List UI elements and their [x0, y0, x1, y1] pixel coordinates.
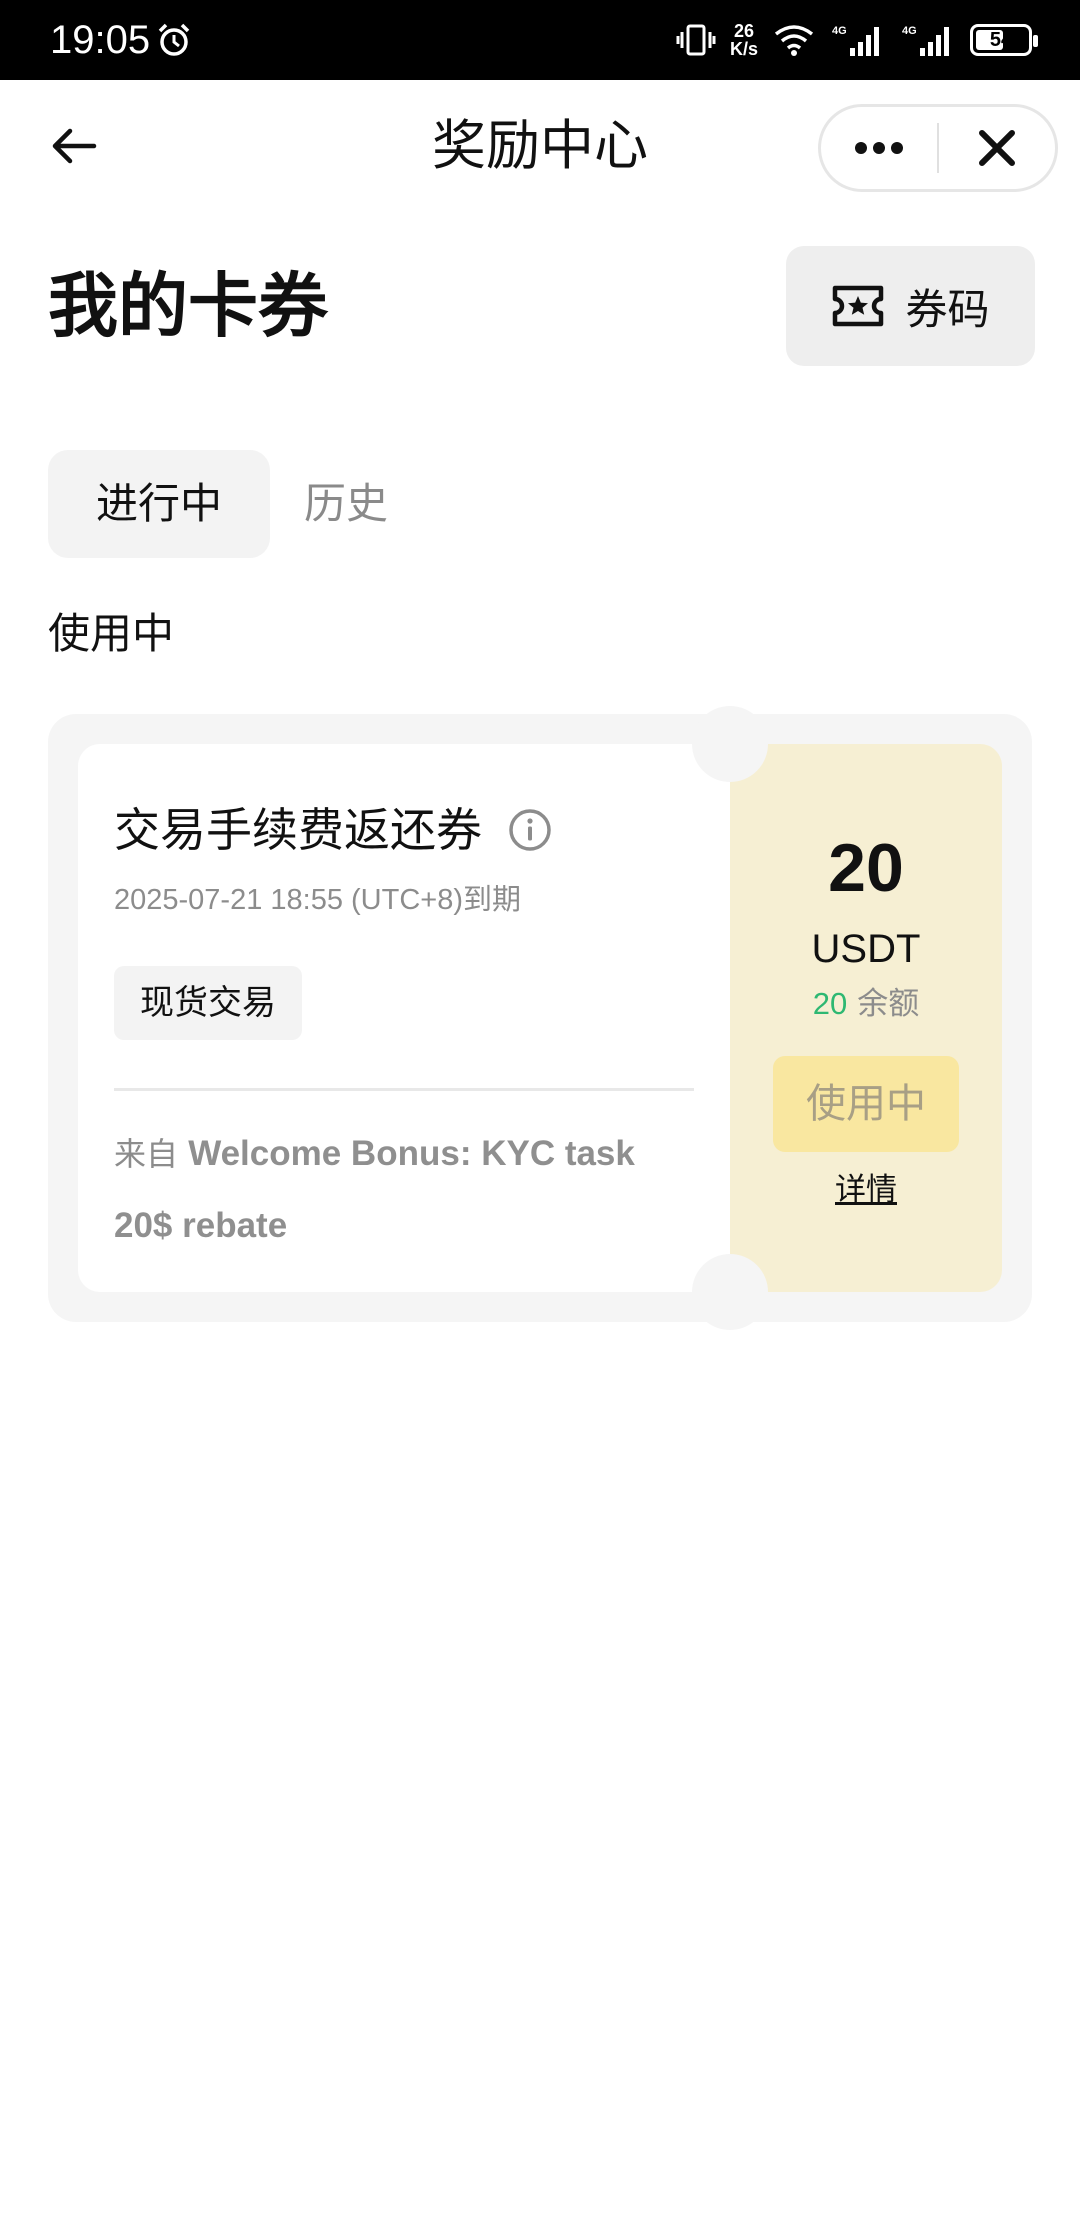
coupon-expiry: 2025-07-21 18:55 (UTC+8)到期: [114, 884, 522, 916]
coupon-card: 交易手续费返还券 2025-07-21 18:55 (UTC+8)到期 现货交易…: [48, 706, 1032, 1330]
svg-text:4G: 4G: [902, 25, 917, 37]
coupon-notch-bottom: [692, 1254, 768, 1330]
coupon-divider: [114, 1088, 694, 1091]
battery-level: 54: [989, 28, 1013, 51]
coupon-name: 交易手续费返还券: [114, 803, 482, 857]
coupon-notch-top: [692, 706, 768, 782]
coupon-balance-value: 20: [812, 986, 848, 1021]
coupon-code-label: 券码: [905, 284, 990, 334]
status-bar: 19:05 26 K/s 4G 4G 54: [0, 0, 1080, 80]
coupon-source: 来自 Welcome Bonus: KYC task 20$ rebate: [114, 1118, 694, 1262]
coupon-unit: USDT: [811, 927, 921, 971]
section-title: 使用中: [48, 609, 175, 658]
coupon-balance: 20 余额: [730, 982, 1002, 1026]
mini-program-capsule: [818, 104, 1058, 192]
coupon-balance-label: 余额: [857, 986, 920, 1022]
coupon-code-button[interactable]: 券码: [786, 246, 1035, 366]
battery-icon: 54: [970, 24, 1038, 56]
close-icon: [978, 130, 1015, 166]
coupon-stub: 20 USDT 20 余额 使用中 详情: [730, 744, 1002, 1292]
coupon-body: 交易手续费返还券 2025-07-21 18:55 (UTC+8)到期 现货交易…: [78, 744, 730, 1292]
nav-bar: 奖励中心: [0, 80, 1080, 212]
ticket-star-icon: [833, 285, 884, 327]
tab-history[interactable]: 历史: [292, 450, 400, 558]
tab-ongoing[interactable]: 进行中: [48, 450, 271, 558]
wifi-icon: [774, 25, 814, 56]
more-dots-icon: [855, 142, 903, 154]
signal-icon-sim2: 4G: [902, 25, 949, 56]
coupon-amount: 20: [828, 830, 904, 906]
coupon-name-row: 交易手续费返还券: [114, 800, 552, 860]
page-title: 我的卡券: [48, 265, 328, 347]
coupon-source-prefix: 来自: [114, 1135, 179, 1173]
more-button[interactable]: [821, 107, 937, 189]
svg-text:4G: 4G: [832, 25, 847, 37]
coupon-source-name: Welcome Bonus: KYC task 20$ rebate: [114, 1134, 635, 1245]
status-time: 19:05: [50, 18, 151, 62]
alarm-icon: [158, 23, 190, 56]
coupon-details-link[interactable]: 详情: [730, 1168, 1002, 1212]
status-icons: 26 K/s 4G 4G 54: [676, 16, 1038, 64]
coupon-status-button[interactable]: 使用中: [773, 1056, 959, 1152]
signal-icon-sim1: 4G: [832, 25, 879, 56]
coupon-tag: 现货交易: [114, 966, 302, 1040]
tab-bar: 进行中 历史: [48, 450, 400, 558]
vibrate-icon: [676, 24, 716, 56]
close-button[interactable]: [939, 107, 1055, 189]
info-icon[interactable]: [508, 808, 552, 852]
network-speed: 26 K/s: [729, 21, 758, 59]
